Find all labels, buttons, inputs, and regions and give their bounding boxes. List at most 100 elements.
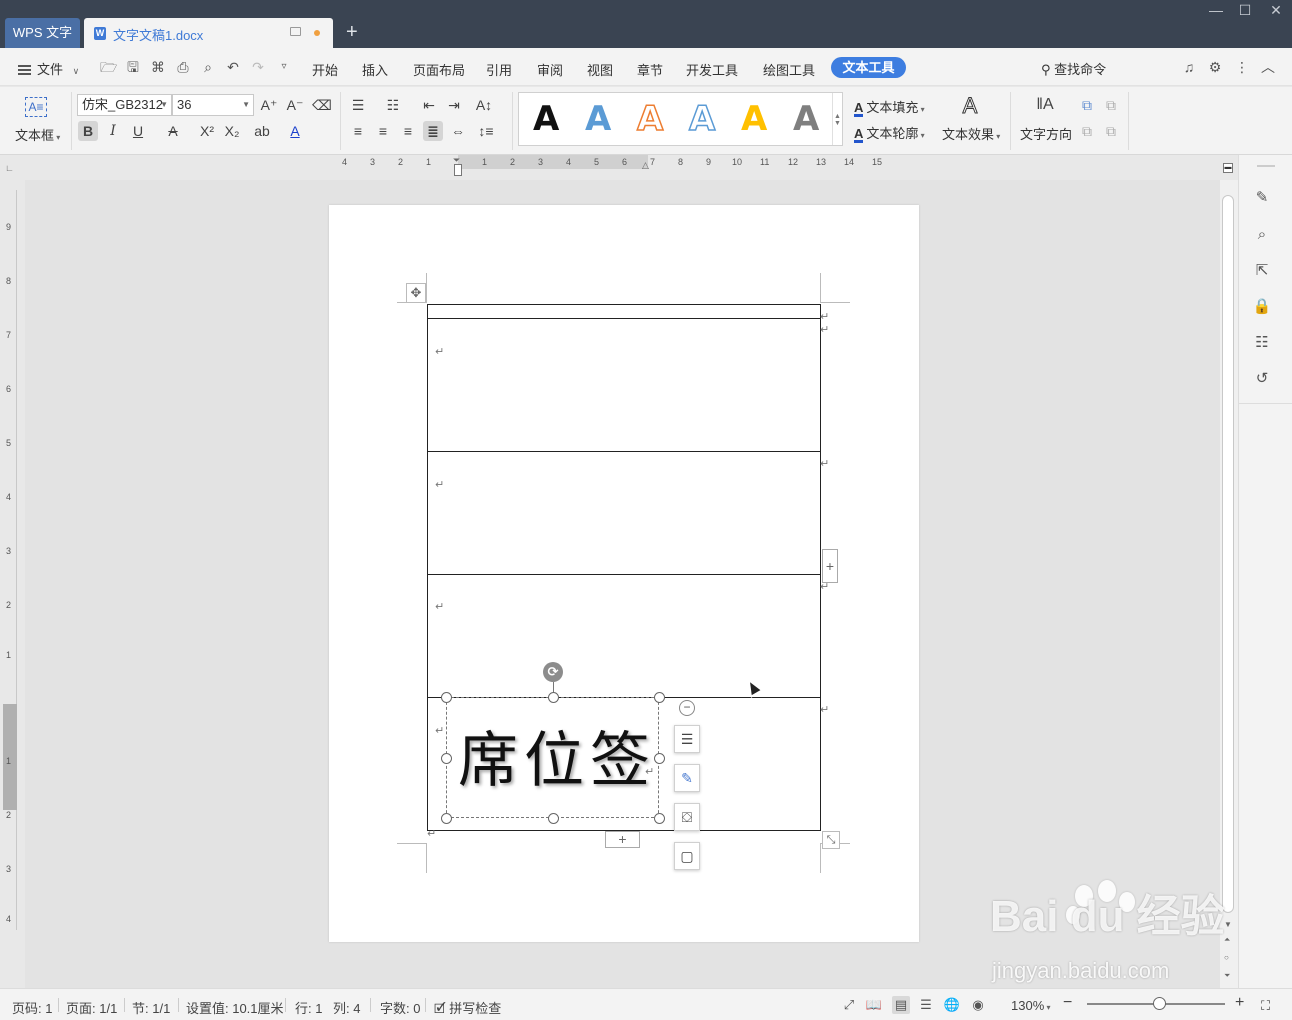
menu-references[interactable]: 引用 [486, 60, 512, 79]
maximize-icon[interactable]: ☐ [1235, 2, 1255, 19]
clear-format-icon[interactable]: ⌫ [312, 95, 332, 115]
scroll-down-arrow-icon[interactable]: ▼ [1224, 920, 1232, 929]
textbox-button[interactable]: 文本框 ▾ [15, 125, 60, 144]
scrollbar-thumb[interactable] [1222, 195, 1234, 913]
menu-drawing-tools[interactable]: 绘图工具 [763, 60, 815, 79]
gear-icon[interactable]: ⚙ [1207, 59, 1223, 75]
select-browse-icon[interactable]: ○ [1224, 953, 1229, 962]
align-left-icon[interactable]: ≡ [348, 121, 368, 141]
textbox-link-icon[interactable]: ⧉ [1077, 95, 1097, 115]
status-row[interactable]: 行: 1 [295, 998, 322, 1017]
text-fill-button[interactable]: A 文本填充 ▾ [854, 97, 925, 117]
textbox-icon[interactable]: A≡ [25, 97, 47, 117]
more-icon[interactable]: ⋮ [1234, 59, 1250, 75]
web-view-icon[interactable]: 🌐 [943, 996, 961, 1014]
menu-review[interactable]: 审阅 [537, 60, 563, 79]
status-page-code[interactable]: 页码: 1 [12, 998, 52, 1017]
text-outline-button[interactable]: A 文本轮廓 ▾ [854, 123, 925, 143]
zoom-out-icon[interactable]: − [1063, 994, 1072, 1012]
status-setting-value[interactable]: 设置值: 10.1厘米 [186, 998, 284, 1017]
right-indent-marker[interactable]: △ [642, 160, 649, 171]
resize-handle[interactable] [441, 813, 452, 824]
save-icon[interactable]: 🖫 [125, 59, 141, 75]
page-view-icon[interactable]: ▤ [892, 996, 910, 1014]
open-folder-icon[interactable]: 🗁 [100, 59, 117, 75]
pen-style-icon[interactable]: ✎ [674, 764, 700, 792]
text-style-preset-6[interactable]: A [793, 101, 819, 137]
file-menu[interactable]: 文件 ∨ [18, 59, 79, 78]
resize-handle[interactable] [654, 692, 665, 703]
status-word-count[interactable]: 字数: 0 [380, 998, 420, 1017]
collapse-ribbon-icon[interactable]: ︿ [1260, 59, 1276, 75]
fit-window-icon[interactable]: ⛶ [1261, 998, 1270, 1014]
text-direction-small-icon[interactable]: A↕ [474, 95, 494, 115]
menu-page-layout[interactable]: 页面布局 [413, 60, 465, 79]
decrease-font-icon[interactable]: A⁻ [285, 95, 305, 115]
layout-options-icon[interactable]: ☰ [674, 725, 700, 753]
increase-font-icon[interactable]: A⁺ [259, 95, 279, 115]
text-style-preset-1[interactable]: A [533, 101, 559, 137]
align-right-icon[interactable]: ≡ [398, 121, 418, 141]
next-page-icon[interactable]: ⏷ [1224, 971, 1230, 981]
spell-check-button[interactable]: 🗹 拼写检查 [434, 998, 501, 1020]
highlight-icon[interactable]: ab [252, 121, 272, 141]
resize-handle[interactable] [548, 692, 559, 703]
italic-icon[interactable]: I [103, 121, 123, 141]
textbox-prev-icon[interactable]: ⧉ [1077, 121, 1097, 141]
fill-bucket-icon[interactable]: ⛋ [674, 803, 700, 831]
add-row-button[interactable]: + [605, 831, 640, 848]
resize-handle[interactable] [548, 813, 559, 824]
menu-developer[interactable]: 开发工具 [686, 60, 738, 79]
rotate-handle-icon[interactable]: ⟳ [543, 662, 563, 682]
distribute-icon[interactable]: ⇔ [448, 121, 468, 141]
subscript-icon[interactable]: X₂ [222, 121, 242, 141]
print-preview-icon[interactable]: ⌕ [200, 59, 216, 75]
select-arrow-icon[interactable]: ⇱ [1252, 261, 1272, 281]
textbox-unlink-icon[interactable]: ⧉ [1101, 95, 1121, 115]
resize-handle[interactable] [654, 813, 665, 824]
status-col[interactable]: 列: 4 [333, 998, 360, 1017]
search-command[interactable]: ⚲ 查找命令 [1041, 59, 1106, 78]
textbox-content[interactable]: 席位签 [458, 712, 656, 799]
outline-view-icon[interactable]: ☰ [917, 996, 935, 1014]
line-spacing-icon[interactable]: ↕≡ [476, 121, 496, 141]
bold-icon[interactable]: B [78, 121, 98, 141]
status-section[interactable]: 节: 1/1 [132, 998, 170, 1017]
wps-app-tab[interactable]: WPS 文字 [5, 18, 80, 48]
redo-icon[interactable]: ↷ [250, 59, 266, 75]
align-center-icon[interactable]: ≡ [373, 121, 393, 141]
headset-icon[interactable]: ♫ [1181, 59, 1197, 75]
fullscreen-icon[interactable]: ⤢ [840, 996, 858, 1014]
strikethrough-icon[interactable]: A [163, 121, 183, 141]
bullet-list-icon[interactable]: ☰ [348, 95, 368, 115]
styles-more-icon[interactable]: ▲ ▼ [832, 93, 842, 145]
menu-text-tools[interactable]: 文本工具 [831, 57, 906, 78]
menu-chapter[interactable]: 章节 [637, 60, 663, 79]
font-size-select[interactable]: 36 ▼ [172, 94, 254, 116]
resize-handle[interactable] [654, 753, 665, 764]
font-color-icon[interactable]: A [285, 121, 305, 141]
resize-table-icon[interactable]: ⤡ [822, 831, 840, 849]
zoom-in-icon[interactable]: + [1235, 994, 1244, 1012]
justify-icon[interactable]: ≣ [423, 121, 443, 141]
read-view-icon[interactable]: 📖 [865, 996, 883, 1014]
text-style-preset-3[interactable]: A [636, 100, 664, 138]
zoom-level[interactable]: 130% ▾ [1011, 998, 1051, 1013]
text-direction-button[interactable]: 文字方向 [1020, 124, 1072, 143]
eye-protect-icon[interactable]: ◉ [969, 996, 987, 1014]
underline-icon[interactable]: U [128, 121, 148, 141]
superscript-icon[interactable]: X² [197, 121, 217, 141]
add-column-button[interactable]: + [822, 549, 838, 583]
table-move-handle-icon[interactable]: ✥ [406, 283, 426, 303]
resize-handle[interactable] [441, 753, 452, 764]
sliders-icon[interactable]: ☷ [1252, 333, 1272, 353]
text-effect-button[interactable]: 文本效果 ▾ [942, 124, 1000, 143]
close-icon[interactable]: ✕ [1266, 2, 1286, 19]
lock-icon[interactable]: 🔒 [1252, 297, 1272, 317]
increase-indent-icon[interactable]: ⇥ [444, 95, 464, 115]
horizontal-ruler[interactable]: 4 3 2 1 1 2 3 4 5 6 7 8 9 10 11 12 13 14… [330, 155, 890, 176]
numbered-list-icon[interactable]: ☷ [383, 95, 403, 115]
undo-icon[interactable]: ↶ [225, 59, 241, 75]
menu-insert[interactable]: 插入 [362, 60, 388, 79]
vertical-scrollbar[interactable]: ▬ ▼ ⏶ ○ ⏷ [1220, 163, 1238, 988]
